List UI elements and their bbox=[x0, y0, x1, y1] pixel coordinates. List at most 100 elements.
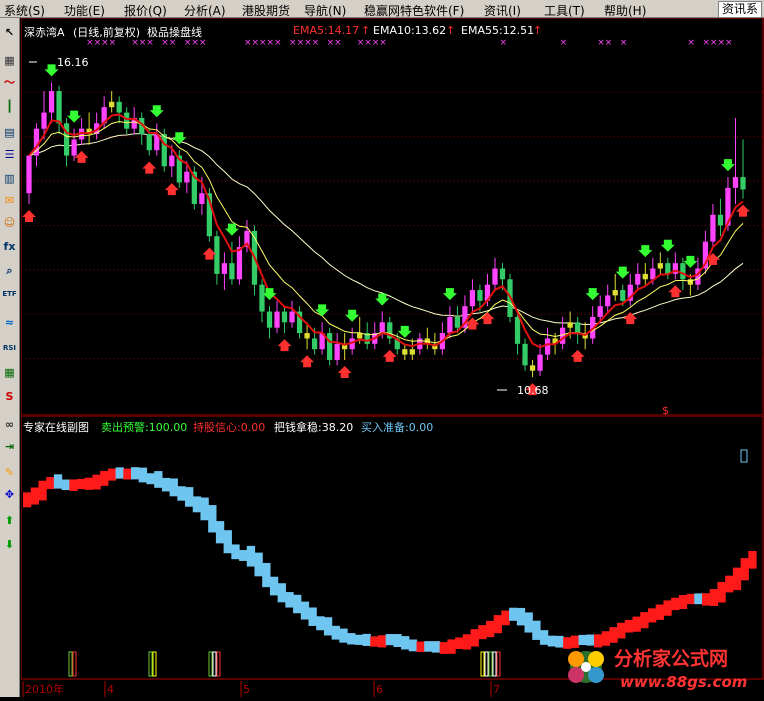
menu-tools[interactable]: 工具(T) bbox=[544, 2, 585, 19]
buy-signal-arrow bbox=[300, 355, 315, 368]
trend-band-segment bbox=[339, 628, 348, 643]
trend-band-segment bbox=[285, 592, 294, 608]
axis-label: 4 bbox=[107, 683, 114, 696]
trend-band-segment bbox=[223, 530, 232, 554]
menu-system[interactable]: 系统(S) bbox=[4, 2, 45, 19]
trend-band-segment bbox=[447, 639, 456, 654]
signal-x-mark: × bbox=[304, 38, 312, 48]
sell-signal-arrow bbox=[585, 288, 600, 301]
signal-bar bbox=[212, 651, 217, 677]
trend-band-segment bbox=[131, 467, 140, 480]
news-icon[interactable]: ▤ bbox=[1, 124, 18, 141]
line-chart-icon[interactable]: 〜 bbox=[1, 74, 18, 91]
wave-icon[interactable]: ≈ bbox=[1, 314, 18, 331]
signal-x-mark: × bbox=[620, 38, 628, 48]
trend-band-segment bbox=[640, 612, 649, 629]
high-price-label: 16.16 bbox=[57, 56, 89, 69]
menu-special-software[interactable]: 稳赢网特色软件(F) bbox=[364, 2, 464, 19]
candle-body bbox=[544, 338, 551, 355]
signal-x-mark: × bbox=[710, 38, 718, 48]
trend-band-segment bbox=[509, 607, 518, 621]
news-search-box[interactable]: 资讯系 bbox=[717, 1, 762, 18]
cursor-icon[interactable]: ↖ bbox=[1, 24, 18, 41]
candle-body bbox=[740, 177, 746, 190]
sheet-icon[interactable]: ▦ bbox=[1, 364, 18, 381]
buy-signal-arrow bbox=[570, 349, 585, 362]
main-chart-panel[interactable]: × × × × × × × × × × × × × × × × × × × × × × × × × × × × × × × × × × × × × 深赤… bbox=[20, 17, 764, 417]
exit-icon[interactable]: ⇥ bbox=[1, 438, 18, 455]
candle-icon[interactable]: ┃ bbox=[1, 98, 18, 115]
sell-signal-arrow bbox=[615, 266, 630, 279]
grid-icon[interactable]: ▦ bbox=[1, 52, 18, 69]
candle-body bbox=[26, 155, 32, 194]
trend-band-segment bbox=[516, 607, 526, 626]
etf-icon[interactable]: ETF bbox=[1, 286, 18, 303]
candle-body bbox=[402, 349, 408, 355]
arrow-down-icon[interactable]: ⬇ bbox=[1, 536, 18, 553]
fx-icon[interactable]: fx bbox=[1, 238, 18, 255]
candle-body bbox=[379, 322, 385, 334]
trend-band-segment bbox=[77, 478, 86, 490]
menu-news[interactable]: 资讯(I) bbox=[484, 2, 521, 19]
trend-band-segment bbox=[462, 634, 472, 650]
candle-body bbox=[605, 295, 611, 307]
ema5-up-arrow: ↑ bbox=[361, 24, 371, 37]
sell-signal-arrow bbox=[397, 325, 412, 338]
trend-band-segment bbox=[347, 633, 356, 645]
ema55-value: EMA55:12.51 bbox=[461, 24, 535, 37]
menu-help[interactable]: 帮助(H) bbox=[604, 2, 646, 19]
watermark-graphic: 分析家公式网 www.88gs.com bbox=[568, 647, 747, 691]
signal-bar bbox=[68, 651, 73, 677]
rsi-icon[interactable]: RSI bbox=[1, 340, 18, 357]
candle-body bbox=[109, 101, 115, 108]
menu-quote[interactable]: 报价(Q) bbox=[124, 2, 167, 19]
trend-band-segment bbox=[431, 641, 441, 653]
trend-band-segment bbox=[532, 620, 541, 640]
sell-signal-arrow bbox=[720, 159, 735, 172]
candle-body bbox=[499, 268, 506, 280]
candle-body bbox=[116, 101, 122, 113]
signal-x-mark: × bbox=[357, 38, 365, 48]
search-icon[interactable]: ⌕ bbox=[1, 262, 18, 279]
watermark-logo: 分析家公式网 www.88gs.com bbox=[560, 639, 760, 695]
signal-x-mark: × bbox=[251, 38, 259, 48]
trend-band-segment bbox=[748, 550, 757, 569]
list-icon[interactable]: ☰ bbox=[1, 146, 18, 163]
trend-band-segment bbox=[269, 576, 279, 596]
candlestick-chart[interactable]: × × × × × × × × × × × × × × × × × × × × × × × × × × × × × × × × × × × × × bbox=[20, 17, 764, 416]
trend-band-segment bbox=[424, 641, 433, 652]
menu-hk-futures[interactable]: 港股期货 bbox=[242, 2, 290, 19]
flower-logo-icon bbox=[568, 651, 604, 683]
signal-x-mark: × bbox=[379, 38, 387, 48]
hold-confidence-value: 持股信心:0.00 bbox=[193, 421, 266, 434]
trend-band-segment bbox=[470, 629, 479, 647]
signal-x-mark: × bbox=[372, 38, 380, 48]
signal-bar bbox=[492, 651, 497, 677]
signal-x-mark: × bbox=[334, 38, 342, 48]
candle-body bbox=[214, 236, 220, 274]
signal-bar bbox=[484, 651, 489, 677]
arrow-up-icon[interactable]: ⬆ bbox=[1, 512, 18, 529]
menu-analysis[interactable]: 分析(A) bbox=[184, 2, 226, 19]
sub-chart-title: 专家在线副图 bbox=[23, 421, 89, 434]
signal-x-mark: × bbox=[364, 38, 372, 48]
link-icon[interactable]: ∞ bbox=[1, 416, 18, 433]
axis-label: 6 bbox=[376, 683, 383, 696]
dollar-icon[interactable]: S bbox=[1, 388, 18, 405]
people-icon[interactable]: ☺ bbox=[1, 214, 18, 231]
candle-body bbox=[409, 349, 415, 355]
trend-band-segment bbox=[53, 474, 63, 489]
trend-band-segment bbox=[177, 486, 186, 501]
candle-body bbox=[169, 155, 175, 167]
ema5-value: EMA5:14.17 bbox=[293, 24, 360, 37]
pen-icon[interactable]: ✎ bbox=[1, 464, 18, 481]
menu-navigate[interactable]: 导航(N) bbox=[304, 2, 346, 19]
move-icon[interactable]: ✥ bbox=[1, 486, 18, 503]
trend-band-segment bbox=[524, 612, 533, 633]
mail-icon[interactable]: ✉ bbox=[1, 192, 18, 209]
menu-function[interactable]: 功能(E) bbox=[64, 2, 105, 19]
candle-body bbox=[454, 316, 461, 328]
signal-x-mark: × bbox=[687, 38, 695, 48]
trend-band-segment bbox=[138, 467, 148, 483]
table-icon[interactable]: ▥ bbox=[1, 170, 18, 187]
